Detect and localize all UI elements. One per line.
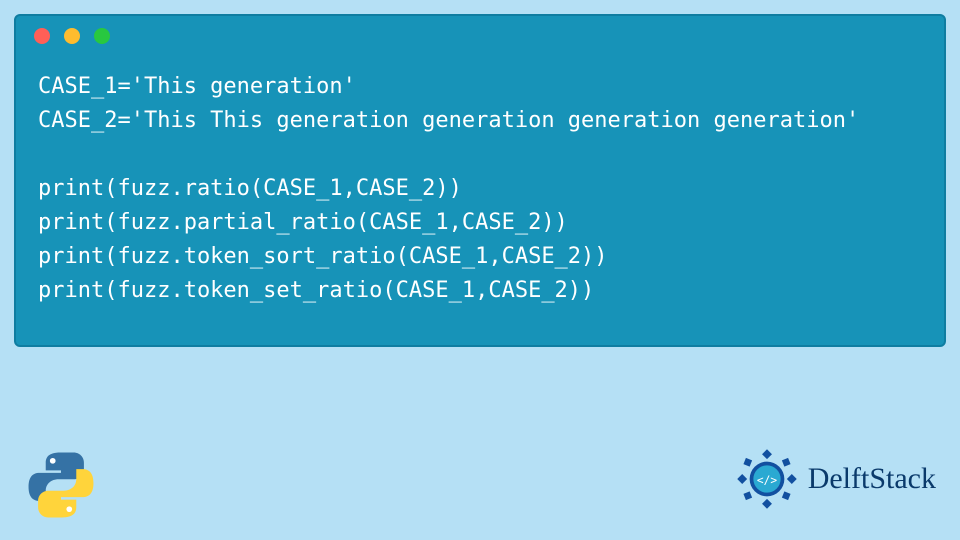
maximize-icon[interactable] — [94, 28, 110, 44]
code-line: CASE_2='This This generation generation … — [38, 108, 859, 133]
code-block: CASE_1='This generation' CASE_2='This Th… — [16, 56, 944, 326]
close-icon[interactable] — [34, 28, 50, 44]
minimize-icon[interactable] — [64, 28, 80, 44]
code-line: CASE_1='This generation' — [38, 74, 356, 99]
code-line: print(fuzz.token_set_ratio(CASE_1,CASE_2… — [38, 278, 594, 303]
code-line: print(fuzz.token_sort_ratio(CASE_1,CASE_… — [38, 244, 608, 269]
delftstack-branding: </> DelftStack — [736, 448, 936, 510]
svg-text:</>: </> — [757, 474, 777, 487]
code-window: CASE_1='This generation' CASE_2='This Th… — [14, 14, 946, 347]
window-titlebar — [16, 16, 944, 56]
delftstack-logo-icon: </> — [736, 448, 798, 510]
delftstack-label: DelftStack — [808, 462, 936, 496]
python-icon — [26, 450, 96, 520]
code-line: print(fuzz.partial_ratio(CASE_1,CASE_2)) — [38, 210, 568, 235]
code-line: print(fuzz.ratio(CASE_1,CASE_2)) — [38, 176, 462, 201]
